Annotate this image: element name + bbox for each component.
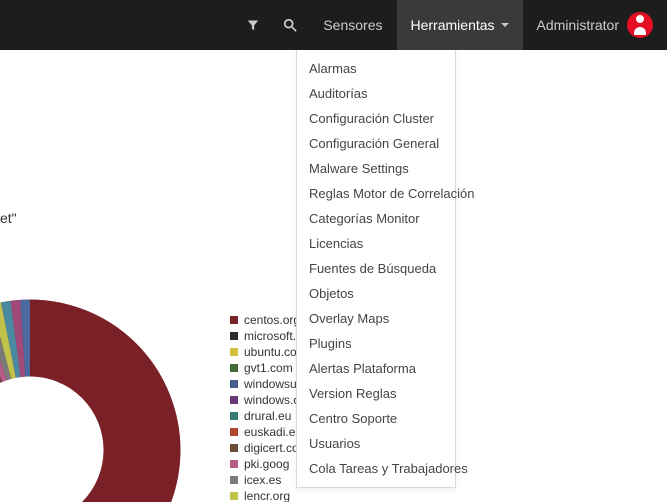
legend-label: windowsup <box>244 376 303 392</box>
dropdown-item[interactable]: Configuración Cluster <box>297 106 455 131</box>
legend-swatch <box>230 412 238 420</box>
legend-swatch <box>230 316 238 324</box>
dropdown-item[interactable]: Plugins <box>297 331 455 356</box>
dropdown-item[interactable]: Usuarios <box>297 431 455 456</box>
dropdown-item[interactable]: Cola Tareas y Trabajadores <box>297 456 455 481</box>
legend-label: gvt1.com <box>244 360 293 376</box>
topbar: Sensores Herramientas Administrator <box>0 0 667 50</box>
herramientas-dropdown: AlarmasAuditoríasConfiguración ClusterCo… <box>296 50 456 488</box>
dropdown-item[interactable]: Auditorías <box>297 81 455 106</box>
legend-swatch <box>230 348 238 356</box>
legend-label: ubuntu.cor <box>244 344 301 360</box>
dropdown-item[interactable]: Configuración General <box>297 131 455 156</box>
dropdown-item[interactable]: Alarmas <box>297 56 455 81</box>
legend-swatch <box>230 428 238 436</box>
filter-icon[interactable] <box>235 0 271 50</box>
legend-label: pki.goog <box>244 456 289 472</box>
legend-swatch <box>230 460 238 468</box>
dropdown-item[interactable]: Objetos <box>297 281 455 306</box>
dropdown-item[interactable]: Categorías Monitor <box>297 206 455 231</box>
dropdown-item[interactable]: Version Reglas <box>297 381 455 406</box>
nav-administrator-label: Administrator <box>537 17 619 33</box>
legend-label: icex.es <box>244 472 281 488</box>
title-fragment: et" <box>0 210 17 226</box>
nav-herramientas-label: Herramientas <box>411 17 495 33</box>
legend-swatch <box>230 476 238 484</box>
legend-label: centos.org <box>244 312 300 328</box>
dropdown-item[interactable]: Centro Soporte <box>297 406 455 431</box>
dropdown-item[interactable]: Overlay Maps <box>297 306 455 331</box>
legend-swatch <box>230 380 238 388</box>
legend-swatch <box>230 396 238 404</box>
dropdown-item[interactable]: Reglas Motor de Correlación <box>297 181 455 206</box>
legend-swatch <box>230 444 238 452</box>
legend-swatch <box>230 332 238 340</box>
avatar <box>627 12 653 38</box>
dropdown-item[interactable]: Alertas Plataforma <box>297 356 455 381</box>
dropdown-item[interactable]: Fuentes de Búsqueda <box>297 256 455 281</box>
legend-label: lencr.org <box>244 488 290 502</box>
nav-herramientas[interactable]: Herramientas <box>397 0 523 50</box>
nav-sensores-label: Sensores <box>323 17 382 33</box>
legend-label: euskadi.eu <box>244 424 302 440</box>
search-icon[interactable] <box>271 0 309 50</box>
dropdown-item[interactable]: Licencias <box>297 231 455 256</box>
nav-administrator[interactable]: Administrator <box>523 0 667 50</box>
nav-sensores[interactable]: Sensores <box>309 0 396 50</box>
dropdown-item[interactable]: Malware Settings <box>297 156 455 181</box>
nav-group: Sensores Herramientas Administrator <box>235 0 667 50</box>
donut-chart <box>0 290 190 502</box>
legend-swatch <box>230 364 238 372</box>
legend-label: drural.eu <box>244 408 291 424</box>
legend-row[interactable]: lencr.org <box>230 488 309 502</box>
chevron-down-icon <box>501 23 509 27</box>
legend-label: microsoft.c <box>244 328 302 344</box>
legend-swatch <box>230 492 238 500</box>
